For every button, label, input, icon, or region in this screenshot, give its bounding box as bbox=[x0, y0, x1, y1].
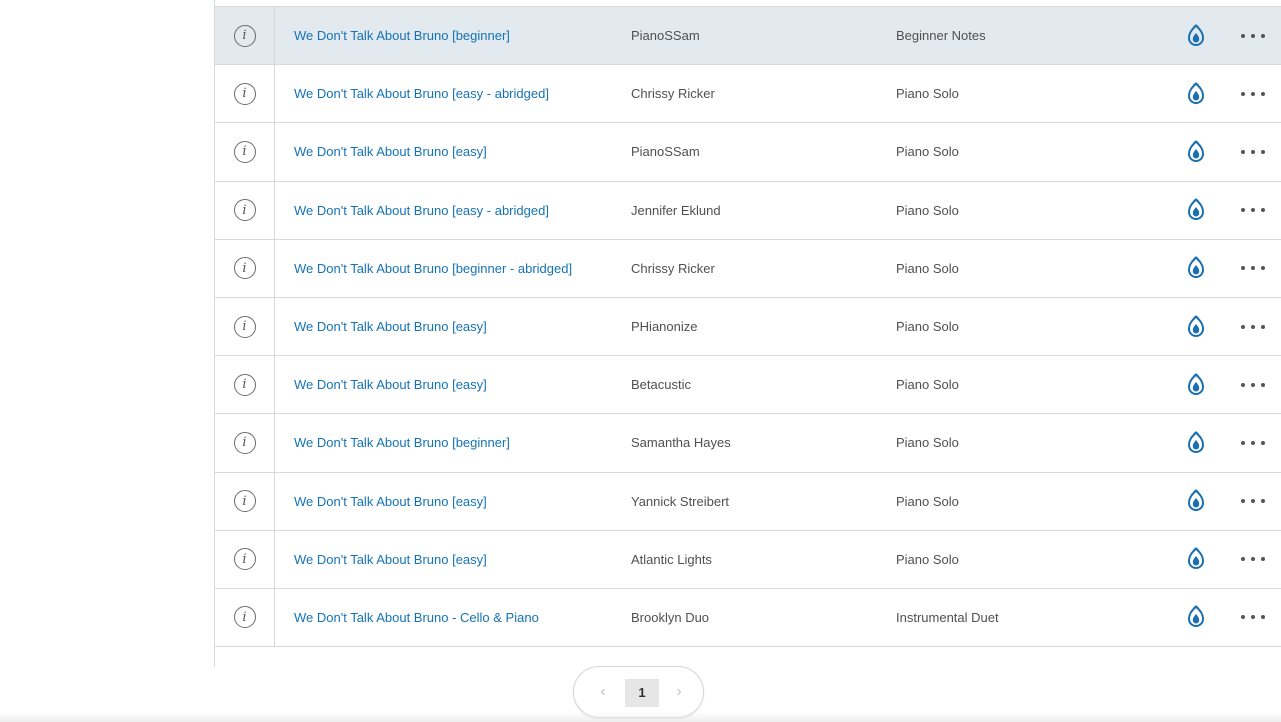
score-type: Piano Solo bbox=[896, 551, 959, 567]
arranger-name: PHianonize bbox=[631, 319, 698, 335]
table-row: i We Don't Talk About Bruno [easy - abri… bbox=[215, 65, 1281, 124]
table-row: i We Don't Talk About Bruno [easy] Atlan… bbox=[215, 530, 1281, 589]
more-options-icon[interactable] bbox=[1241, 494, 1265, 508]
info-icon[interactable]: i bbox=[233, 548, 256, 571]
info-cell: i bbox=[215, 239, 275, 297]
score-title-link[interactable]: We Don't Talk About Bruno [beginner] bbox=[294, 435, 510, 450]
table-row: i We Don't Talk About Bruno [easy] PHian… bbox=[215, 297, 1281, 357]
info-cell: i bbox=[215, 7, 275, 65]
info-cell: i bbox=[215, 414, 275, 472]
table-row: i We Don't Talk About Bruno - Cello & Pi… bbox=[215, 588, 1281, 648]
table-row: i We Don't Talk About Bruno [easy] Yanni… bbox=[215, 472, 1281, 531]
arranger-name: Jennifer Eklund bbox=[631, 202, 721, 218]
more-options-icon[interactable] bbox=[1241, 378, 1265, 392]
info-icon[interactable]: i bbox=[233, 199, 256, 222]
arranger-name: PianoSSam bbox=[631, 144, 700, 160]
score-title-link[interactable]: We Don't Talk About Bruno [easy] bbox=[294, 144, 487, 159]
more-options-icon[interactable] bbox=[1241, 145, 1265, 159]
info-icon[interactable]: i bbox=[233, 490, 256, 513]
info-icon[interactable]: i bbox=[233, 24, 256, 47]
play-in-app-icon[interactable] bbox=[1183, 255, 1209, 281]
info-cell: i bbox=[215, 123, 275, 181]
score-type: Piano Solo bbox=[896, 202, 959, 218]
more-options-icon[interactable] bbox=[1241, 203, 1265, 217]
score-title-link[interactable]: We Don't Talk About Bruno [easy] bbox=[294, 319, 487, 334]
play-in-app-icon[interactable] bbox=[1183, 23, 1209, 49]
score-title-link[interactable]: We Don't Talk About Bruno [easy - abridg… bbox=[294, 86, 549, 101]
info-cell: i bbox=[215, 472, 275, 530]
page: i We Don't Talk About Bruno [beginner] P… bbox=[0, 0, 1281, 722]
score-title-link[interactable]: We Don't Talk About Bruno [easy] bbox=[294, 494, 487, 509]
bottom-fade bbox=[0, 712, 1281, 722]
page-number-button[interactable]: 1 bbox=[625, 679, 659, 707]
info-icon[interactable]: i bbox=[233, 140, 256, 163]
play-in-app-icon[interactable] bbox=[1183, 139, 1209, 165]
score-results-table: i We Don't Talk About Bruno [beginner] P… bbox=[214, 0, 1281, 667]
table-row: i We Don't Talk About Bruno [beginner - … bbox=[215, 239, 1281, 298]
play-in-app-icon[interactable] bbox=[1183, 81, 1209, 107]
more-options-icon[interactable] bbox=[1241, 320, 1265, 334]
score-title-link[interactable]: We Don't Talk About Bruno [beginner - ab… bbox=[294, 261, 572, 276]
score-type: Piano Solo bbox=[896, 435, 959, 451]
info-icon[interactable]: i bbox=[233, 315, 256, 338]
table-row: i We Don't Talk About Bruno [beginner] P… bbox=[215, 7, 1281, 66]
previous-page-icon[interactable]: ‹ bbox=[595, 683, 611, 701]
info-icon[interactable]: i bbox=[233, 82, 256, 105]
score-type: Instrumental Duet bbox=[896, 609, 999, 625]
info-icon[interactable]: i bbox=[233, 373, 256, 396]
arranger-name: PianoSSam bbox=[631, 28, 700, 44]
info-cell: i bbox=[215, 356, 275, 414]
table-row: i We Don't Talk About Bruno [easy - abri… bbox=[215, 181, 1281, 240]
info-cell: i bbox=[215, 530, 275, 588]
score-title-link[interactable]: We Don't Talk About Bruno [beginner] bbox=[294, 28, 510, 43]
score-title-link[interactable]: We Don't Talk About Bruno - Cello & Pian… bbox=[294, 610, 539, 625]
more-options-icon[interactable] bbox=[1241, 552, 1265, 566]
info-icon[interactable]: i bbox=[233, 606, 256, 629]
left-gutter bbox=[0, 0, 214, 722]
arranger-name: Brooklyn Duo bbox=[631, 609, 710, 625]
arranger-name: Atlantic Lights bbox=[631, 551, 712, 567]
info-cell: i bbox=[215, 588, 275, 647]
info-icon[interactable]: i bbox=[233, 431, 256, 454]
more-options-icon[interactable] bbox=[1241, 610, 1265, 624]
info-cell: i bbox=[215, 65, 275, 123]
more-options-icon[interactable] bbox=[1241, 261, 1265, 275]
play-in-app-icon[interactable] bbox=[1183, 197, 1209, 223]
next-page-icon[interactable]: › bbox=[671, 683, 687, 701]
pagination: ‹ 1 › bbox=[573, 666, 704, 718]
arranger-name: Yannick Streibert bbox=[631, 493, 730, 509]
info-cell: i bbox=[215, 297, 275, 356]
score-type: Piano Solo bbox=[896, 86, 959, 102]
more-options-icon[interactable] bbox=[1241, 29, 1265, 43]
score-title-link[interactable]: We Don't Talk About Bruno [easy] bbox=[294, 377, 487, 392]
arranger-name: Samantha Hayes bbox=[631, 435, 731, 451]
play-in-app-icon[interactable] bbox=[1183, 488, 1209, 514]
score-type: Beginner Notes bbox=[896, 28, 986, 44]
score-type: Piano Solo bbox=[896, 144, 959, 160]
score-type: Piano Solo bbox=[896, 319, 959, 335]
play-in-app-icon[interactable] bbox=[1183, 604, 1209, 630]
play-in-app-icon[interactable] bbox=[1183, 546, 1209, 572]
info-icon[interactable]: i bbox=[233, 257, 256, 280]
more-options-icon[interactable] bbox=[1241, 436, 1265, 450]
table-row: i We Don't Talk About Bruno [beginner] S… bbox=[215, 414, 1281, 473]
score-title-link[interactable]: We Don't Talk About Bruno [easy - abridg… bbox=[294, 203, 549, 218]
score-type: Piano Solo bbox=[896, 493, 959, 509]
arranger-name: Chrissy Ricker bbox=[631, 260, 715, 276]
more-options-icon[interactable] bbox=[1241, 87, 1265, 101]
table-top-edge bbox=[215, 0, 1281, 7]
table-body: i We Don't Talk About Bruno [beginner] P… bbox=[215, 7, 1281, 648]
score-type: Piano Solo bbox=[896, 260, 959, 276]
table-row: i We Don't Talk About Bruno [easy] Betac… bbox=[215, 356, 1281, 415]
info-cell: i bbox=[215, 181, 275, 239]
arranger-name: Chrissy Ricker bbox=[631, 86, 715, 102]
table-row: i We Don't Talk About Bruno [easy] Piano… bbox=[215, 123, 1281, 182]
score-type: Piano Solo bbox=[896, 377, 959, 393]
play-in-app-icon[interactable] bbox=[1183, 314, 1209, 340]
arranger-name: Betacustic bbox=[631, 377, 691, 393]
play-in-app-icon[interactable] bbox=[1183, 430, 1209, 456]
play-in-app-icon[interactable] bbox=[1183, 372, 1209, 398]
score-title-link[interactable]: We Don't Talk About Bruno [easy] bbox=[294, 552, 487, 567]
